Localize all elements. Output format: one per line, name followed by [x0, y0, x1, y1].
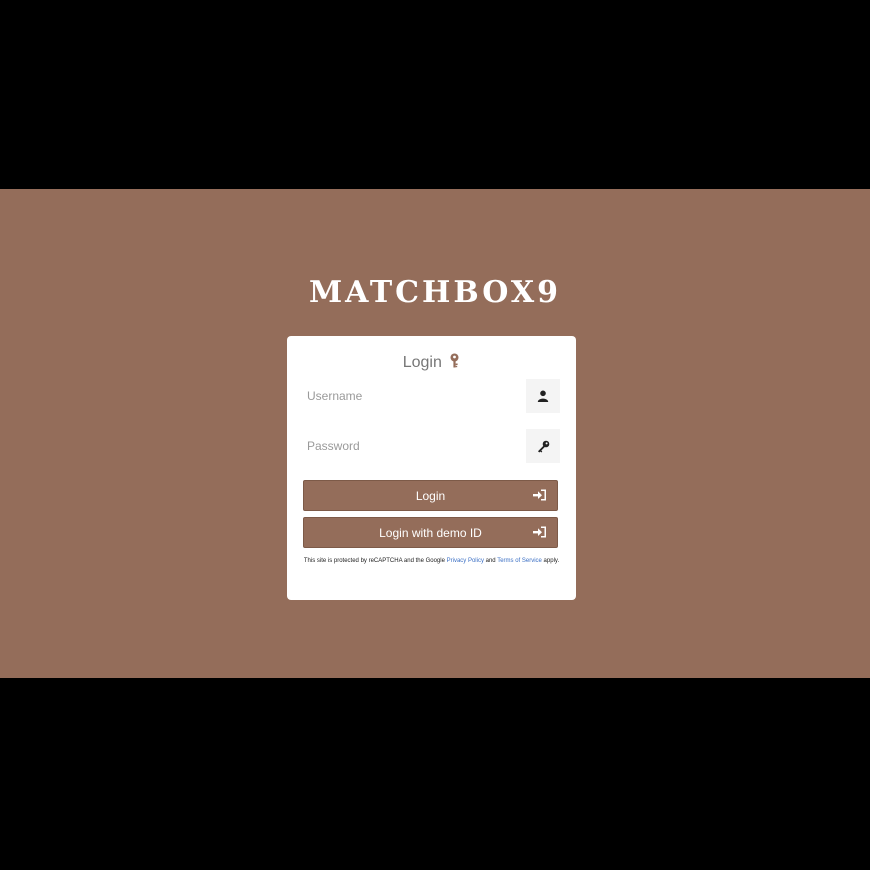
login-page: MATCHBOX9 Login Username Login Login wit…: [0, 189, 870, 678]
key-icon: [526, 429, 560, 463]
login-demo-button-label: Login with demo ID: [379, 525, 482, 540]
login-button[interactable]: Login: [303, 480, 558, 511]
key-icon: [449, 353, 460, 373]
brand-logo: MATCHBOX9: [308, 275, 562, 310]
recaptcha-notice-suffix: apply.: [541, 558, 560, 564]
login-demo-button[interactable]: Login with demo ID: [303, 517, 558, 548]
recaptcha-notice-prefix: This site is protected by reCAPTCHA and …: [303, 558, 447, 564]
username-field-group: [303, 379, 560, 413]
privacy-policy-link[interactable]: Privacy Policy: [447, 558, 484, 564]
login-card-header: Login: [287, 353, 576, 373]
sign-in-icon: [533, 489, 547, 504]
login-card: Login Username Login Login with demo ID …: [287, 336, 576, 600]
user-icon: [526, 379, 560, 413]
sign-in-icon: [533, 526, 547, 541]
terms-of-service-link[interactable]: Terms of Service: [497, 558, 542, 564]
password-field-group: [303, 429, 560, 463]
letterbox-bottom: [0, 678, 870, 870]
letterbox-top: [0, 0, 870, 189]
password-input[interactable]: [303, 429, 526, 463]
login-button-label: Login: [415, 488, 446, 503]
recaptcha-notice-middle: and: [483, 558, 498, 564]
login-title: Login: [402, 354, 442, 372]
username-input[interactable]: [303, 379, 526, 413]
recaptcha-notice: This site is protected by reCAPTCHA and …: [303, 555, 560, 567]
